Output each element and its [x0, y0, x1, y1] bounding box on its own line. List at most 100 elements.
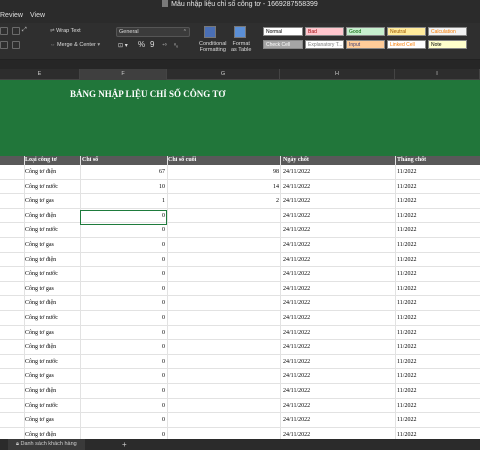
cell-meter-type[interactable]: Công tơ gas — [25, 413, 54, 427]
cell-close-month[interactable]: 11/2022 — [397, 282, 416, 296]
cell-reading[interactable]: 0 — [162, 267, 165, 281]
cell-close-month[interactable]: 11/2022 — [397, 340, 416, 354]
style-check-cell[interactable]: Check Cell — [263, 40, 303, 49]
cell-reading[interactable]: 0 — [162, 355, 165, 369]
cell-meter-type[interactable]: Công tơ điện — [25, 296, 56, 310]
comma-button[interactable]: 9 — [150, 40, 154, 50]
cell-final-reading[interactable]: 98 — [273, 165, 279, 179]
percent-button[interactable]: % — [138, 40, 145, 50]
indent-icon[interactable] — [0, 27, 8, 35]
column-header-e[interactable]: E — [0, 69, 80, 80]
cell-close-date[interactable]: 24/11/2022 — [283, 326, 310, 340]
cell-reading[interactable]: 0 — [162, 413, 165, 427]
column-header-f[interactable]: F — [80, 69, 167, 80]
style-bad[interactable]: Bad — [305, 27, 344, 36]
cell-close-date[interactable]: 24/11/2022 — [283, 267, 310, 281]
cell-meter-type[interactable]: Công tơ điện — [25, 165, 56, 179]
cell-reading[interactable]: 10 — [159, 180, 165, 194]
cell-reading[interactable]: 1 — [162, 194, 165, 208]
cell-close-month[interactable]: 11/2022 — [397, 209, 416, 223]
cell-close-date[interactable]: 24/11/2022 — [283, 238, 310, 252]
cell-reading[interactable]: 0 — [162, 340, 165, 354]
header-close-month[interactable]: Tháng chốt — [397, 156, 426, 165]
align-icon[interactable] — [12, 27, 20, 35]
cell-meter-type[interactable]: Công tơ điện — [25, 384, 56, 398]
cell-close-month[interactable]: 11/2022 — [397, 326, 416, 340]
cell-close-date[interactable]: 24/11/2022 — [283, 413, 310, 427]
cell-reading[interactable]: 0 — [162, 326, 165, 340]
cell-close-month[interactable]: 11/2022 — [397, 194, 416, 208]
decrease-decimal-icon[interactable]: ⁰₀ — [174, 41, 178, 51]
cell-close-month[interactable]: 11/2022 — [397, 223, 416, 237]
cell-close-date[interactable]: 24/11/2022 — [283, 282, 310, 296]
cell-close-month[interactable]: 11/2022 — [397, 399, 416, 413]
cell-reading[interactable]: 0 — [162, 311, 165, 325]
cell-close-month[interactable]: 11/2022 — [397, 238, 416, 252]
cell-close-month[interactable]: 11/2022 — [397, 267, 416, 281]
header-close-date[interactable]: Ngày chốt — [283, 156, 309, 165]
cell-close-date[interactable]: 24/11/2022 — [283, 209, 310, 223]
number-format-select[interactable]: General ⌃ — [116, 27, 190, 37]
cell-close-date[interactable]: 24/11/2022 — [283, 384, 310, 398]
sheet-tab-active[interactable]: 🔒︎ Danh sách khách hàng — [8, 439, 85, 450]
style-note[interactable]: Note — [428, 40, 467, 49]
cell-close-month[interactable]: 11/2022 — [397, 384, 416, 398]
style-neutral[interactable]: Neutral — [387, 27, 426, 36]
header-meter-type[interactable]: Loại công tơ — [25, 156, 57, 165]
cell-meter-type[interactable]: Công tơ điện — [25, 428, 56, 439]
cell-reading[interactable]: 67 — [159, 165, 165, 179]
cell-meter-type[interactable]: Công tơ nước — [25, 311, 58, 325]
cell-meter-type[interactable]: Công tơ gas — [25, 326, 54, 340]
cell-close-date[interactable]: 24/11/2022 — [283, 253, 310, 267]
wrap-text-button[interactable]: ⇌ Wrap Text — [50, 26, 81, 36]
cell-meter-type[interactable]: Công tơ gas — [25, 194, 54, 208]
conditional-formatting-button[interactable]: Conditional Formatting — [199, 41, 227, 55]
column-header-i[interactable]: I — [395, 69, 480, 80]
cell-reading[interactable]: 0 — [162, 238, 165, 252]
selected-cell[interactable] — [80, 209, 167, 225]
cell-close-month[interactable]: 11/2022 — [397, 296, 416, 310]
cell-close-month[interactable]: 11/2022 — [397, 253, 416, 267]
header-reading[interactable]: Chỉ số — [82, 156, 98, 165]
style-good[interactable]: Good — [346, 27, 385, 36]
cell-final-reading[interactable]: 2 — [276, 194, 279, 208]
column-header-h[interactable]: H — [280, 69, 395, 80]
cell-final-reading[interactable]: 14 — [273, 180, 279, 194]
cell-close-date[interactable]: 24/11/2022 — [283, 296, 310, 310]
cell-meter-type[interactable]: Công tơ gas — [25, 369, 54, 383]
cell-reading[interactable]: 0 — [162, 428, 165, 439]
menu-review[interactable]: Review — [0, 12, 23, 19]
style-linked-cell[interactable]: Linked Cell — [387, 40, 426, 49]
cell-close-month[interactable]: 11/2022 — [397, 311, 416, 325]
cell-close-month[interactable]: 11/2022 — [397, 355, 416, 369]
merge-center-button[interactable]: ⇔ Merge & Center ▾ — [50, 40, 100, 50]
style-explanatory[interactable]: Explanatory T... — [305, 40, 344, 49]
style-normal[interactable]: Normal — [263, 27, 303, 36]
menu-view[interactable]: View — [30, 12, 45, 19]
cell-close-month[interactable]: 11/2022 — [397, 369, 416, 383]
cell-close-date[interactable]: 24/11/2022 — [283, 194, 310, 208]
cell-reading[interactable]: 0 — [162, 223, 165, 237]
cell-meter-type[interactable]: Công tơ nước — [25, 180, 58, 194]
currency-button[interactable]: ⊡ ▾ — [118, 41, 128, 51]
cell-reading[interactable]: 0 — [162, 253, 165, 267]
cell-close-date[interactable]: 24/11/2022 — [283, 355, 310, 369]
cell-close-date[interactable]: 24/11/2022 — [283, 180, 310, 194]
style-input[interactable]: Input — [346, 40, 385, 49]
cell-reading[interactable]: 0 — [162, 399, 165, 413]
indent-left-icon[interactable] — [0, 41, 8, 49]
increase-decimal-icon[interactable]: ⁺⁰ — [162, 41, 167, 51]
cell-meter-type[interactable]: Công tơ nước — [25, 267, 58, 281]
cell-close-month[interactable]: 11/2022 — [397, 180, 416, 194]
cell-meter-type[interactable]: Công tơ điện — [25, 209, 56, 223]
cell-meter-type[interactable]: Công tơ nước — [25, 355, 58, 369]
format-as-table-button[interactable]: Format as Table — [231, 41, 251, 55]
cell-meter-type[interactable]: Công tơ gas — [25, 282, 54, 296]
cell-close-date[interactable]: 24/11/2022 — [283, 223, 310, 237]
cell-close-month[interactable]: 11/2022 — [397, 413, 416, 427]
cell-close-month[interactable]: 11/2022 — [397, 165, 416, 179]
cell-meter-type[interactable]: Công tơ điện — [25, 253, 56, 267]
cell-meter-type[interactable]: Công tơ điện — [25, 340, 56, 354]
cell-close-date[interactable]: 24/11/2022 — [283, 165, 310, 179]
cell-close-date[interactable]: 24/11/2022 — [283, 428, 310, 439]
